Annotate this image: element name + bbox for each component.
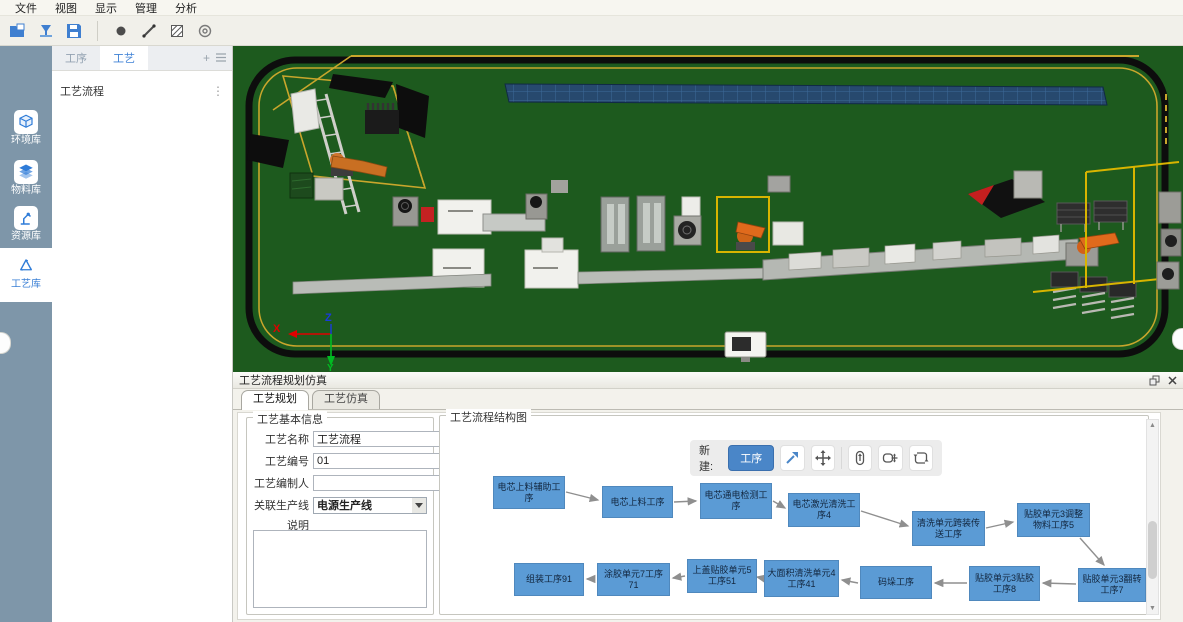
kebab-menu-icon[interactable]: ⋮ (212, 84, 224, 98)
target-tool-button[interactable] (192, 19, 218, 43)
flow-node[interactable]: 电芯通电检测工序 (700, 483, 772, 519)
publish-icon (37, 23, 55, 39)
robot-arm-icon (17, 209, 35, 227)
flow-node[interactable]: 上盖贴胶单元5工序51 (687, 559, 757, 593)
point-tool-icon (113, 23, 129, 39)
open-icon (9, 23, 27, 39)
scroll-thumb[interactable] (1148, 521, 1157, 579)
axis-z-label: Z (325, 312, 332, 324)
recycle-icon (17, 257, 35, 275)
flow-node[interactable]: 贴胶单元3贴胶工序8 (969, 566, 1040, 601)
left-panel-tabs: 工序 工艺 + (52, 46, 232, 71)
process-panel-tabs: 工艺规划 工艺仿真 (233, 389, 1183, 410)
process-name-label: 工艺名称 (251, 431, 309, 447)
menu-icon[interactable] (216, 53, 226, 63)
rail-label: 资源库 (0, 231, 52, 243)
close-icon[interactable] (1168, 376, 1177, 385)
toolbar-separator (97, 21, 98, 41)
tree-item-label: 工艺流程 (60, 83, 104, 99)
rail-item-process[interactable]: 工艺库 (0, 248, 52, 302)
factory-scene: X Z Y (233, 46, 1183, 372)
description-textarea[interactable] (253, 530, 427, 608)
app-window: 文件 视图 显示 管理 分析 环境库 (0, 0, 1183, 622)
process-panel-titlebar: 工艺流程规划仿真 (233, 372, 1183, 389)
process-panel-content: 工艺基本信息 工艺名称 工艺编号 工艺编制人 关联生产线 电源生产线 (237, 412, 1161, 620)
viewport-3d[interactable]: X Z Y (233, 46, 1183, 372)
flow-node[interactable]: 大面积清洗单元4工序41 (764, 560, 839, 597)
process-number-label: 工艺编号 (251, 453, 309, 469)
menu-manage[interactable]: 管理 (126, 0, 166, 16)
tree-item-process-flow[interactable]: 工艺流程 ⋮ (52, 79, 232, 103)
flow-structure-group: 工艺流程结构图 新建: 工序 (439, 415, 1149, 615)
menu-bar: 文件 视图 显示 管理 分析 (0, 0, 1183, 16)
menu-display[interactable]: 显示 (86, 0, 126, 16)
flow-node[interactable]: 清洗单元跨装传送工序 (912, 511, 985, 546)
point-tool-button[interactable] (108, 19, 134, 43)
menu-view[interactable]: 视图 (46, 0, 86, 16)
flow-node[interactable]: 电芯上料工序 (602, 486, 673, 518)
layers-icon (17, 163, 35, 181)
process-panel: 工艺流程规划仿真 工艺规划 工艺仿真 工艺基本信息 工艺名称 工艺编号 (233, 372, 1183, 622)
right-collapse-handle[interactable] (1172, 328, 1183, 350)
cube-icon (17, 113, 35, 131)
tab-process-simulation[interactable]: 工艺仿真 (312, 390, 380, 409)
area-tool-button[interactable] (164, 19, 190, 43)
save-icon (66, 23, 82, 39)
save-button[interactable] (61, 19, 87, 43)
publish-button[interactable] (33, 19, 59, 43)
rail-label: 工艺库 (0, 279, 52, 291)
process-author-label: 工艺编制人 (251, 475, 309, 491)
tab-procedure[interactable]: 工序 (52, 46, 100, 70)
rail-item-environment[interactable]: 环境库 (0, 108, 52, 154)
flow-node[interactable]: 贴胶单元3翻转工序7 (1078, 568, 1146, 602)
scroll-down-icon[interactable]: ▼ (1147, 603, 1158, 614)
flow-node[interactable]: 电芯上料辅助工序 (493, 476, 565, 509)
flow-node[interactable]: 涂胶单元7工序71 (597, 563, 670, 596)
flow-node[interactable]: 码垛工序 (860, 566, 932, 599)
flow-node[interactable]: 电芯激光清洗工序4 (788, 493, 860, 527)
rail-label: 物料库 (0, 185, 52, 197)
rail-item-material[interactable]: 物料库 (0, 158, 52, 204)
process-panel-title: 工艺流程规划仿真 (239, 372, 327, 388)
add-icon[interactable]: + (203, 53, 210, 63)
rail-label: 环境库 (0, 135, 52, 147)
dropdown-caret-icon (412, 498, 426, 513)
axis-y-label: Y (327, 363, 334, 372)
production-line-value: 电源生产线 (317, 497, 372, 513)
area-tool-icon (169, 23, 185, 39)
float-icon[interactable] (1149, 375, 1160, 386)
line-tool-button[interactable] (136, 19, 162, 43)
main-toolbar (0, 16, 1183, 46)
left-panel: 工序 工艺 + 工艺流程 ⋮ (52, 46, 233, 622)
flow-scrollbar[interactable]: ▲ ▼ (1146, 419, 1159, 615)
tab-process-planning[interactable]: 工艺规划 (241, 390, 309, 410)
flow-node[interactable]: 组装工序91 (514, 563, 584, 596)
process-info-group-title: 工艺基本信息 (253, 411, 327, 427)
target-tool-icon (197, 23, 213, 39)
menu-analyze[interactable]: 分析 (166, 0, 206, 16)
menu-file[interactable]: 文件 (6, 0, 46, 16)
rail-item-resource[interactable]: 资源库 (0, 204, 52, 250)
production-line-select[interactable]: 电源生产线 (313, 497, 427, 514)
flow-node[interactable]: 贴胶单元3调整物料工序5 (1017, 503, 1090, 537)
production-line-label: 关联生产线 (251, 497, 309, 513)
control-pedestal (725, 332, 766, 362)
axis-x-label: X (273, 323, 281, 335)
scroll-up-icon[interactable]: ▲ (1147, 420, 1158, 431)
blue-panel-array (505, 84, 1107, 105)
line-tool-icon (141, 23, 157, 39)
process-info-group: 工艺基本信息 工艺名称 工艺编号 工艺编制人 关联生产线 电源生产线 (246, 417, 434, 615)
tab-process[interactable]: 工艺 (100, 46, 148, 70)
open-button[interactable] (5, 19, 31, 43)
